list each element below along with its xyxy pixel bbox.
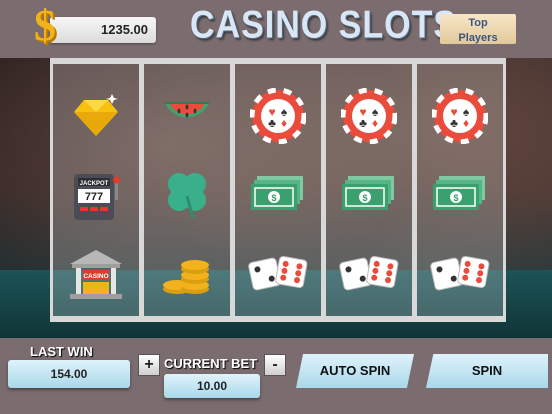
svg-text:$: $ xyxy=(271,193,276,203)
svg-text:♦: ♦ xyxy=(281,116,287,130)
cash-stack-icon: $ xyxy=(235,156,321,236)
diamond-icon xyxy=(53,76,139,156)
gold-coins-icon xyxy=(144,236,230,316)
last-win-value: 154.00 xyxy=(50,367,88,381)
reel-2 xyxy=(141,58,233,322)
cash-stack-icon: $ xyxy=(417,156,503,236)
current-bet-panel: 10.00 xyxy=(164,374,260,398)
auto-spin-button[interactable]: AUTO SPIN xyxy=(296,354,414,388)
reel-frame xyxy=(141,58,233,64)
bottom-bar: LAST WIN 154.00 + - CURRENT BET 10.00 AU… xyxy=(0,338,552,414)
dice-icon xyxy=(326,234,412,314)
svg-text:♦: ♦ xyxy=(463,116,469,130)
balance-box: 1235.00 xyxy=(50,17,156,43)
poker-chip-icon: ♥ ♠ ♣ ♦ xyxy=(417,76,503,156)
reel-3: ♥ ♠ ♣ ♦ $ xyxy=(232,58,324,322)
top-players-line2: Players xyxy=(458,32,498,44)
dice-icon xyxy=(235,234,321,314)
clover-icon xyxy=(144,154,230,234)
reel-frame xyxy=(323,58,415,64)
reel-frame xyxy=(414,58,506,64)
reel-4: ♥ ♠ ♣ ♦ $ xyxy=(323,58,415,322)
top-bar: 1235.00 $ CASINO SLOTS Top Players xyxy=(0,0,552,58)
svg-text:♣: ♣ xyxy=(268,116,276,130)
slot-machine-icon: JACKPOT 777 xyxy=(53,156,139,236)
last-win-label: LAST WIN xyxy=(30,344,93,359)
balance-value: 1235.00 xyxy=(101,22,148,37)
svg-text:♣: ♣ xyxy=(450,116,458,130)
bet-decrease-button[interactable]: - xyxy=(264,354,286,376)
last-win-panel: 154.00 xyxy=(8,360,130,388)
spin-label: SPIN xyxy=(471,363,503,378)
reel-frame xyxy=(232,58,324,64)
svg-text:$: $ xyxy=(362,193,367,203)
game-title: CASINO SLOTS xyxy=(190,3,458,47)
casino-building-icon: CASINO xyxy=(53,234,139,314)
svg-text:♣: ♣ xyxy=(359,116,367,130)
poker-chip-icon: ♥ ♠ ♣ ♦ xyxy=(235,76,321,156)
top-players-button[interactable]: Top Players xyxy=(440,14,516,44)
reel-1: JACKPOT 777 CASINO xyxy=(50,58,142,322)
svg-text:♦: ♦ xyxy=(372,116,378,130)
top-players-line1: Top xyxy=(468,17,488,29)
poker-chip-icon: ♥ ♠ ♣ ♦ xyxy=(326,76,412,156)
reel-5: ♥ ♠ ♣ ♦ $ xyxy=(414,58,506,322)
reel-frame xyxy=(50,58,142,64)
bet-increase-button[interactable]: + xyxy=(138,354,160,376)
cash-stack-icon: $ xyxy=(326,156,412,236)
casino-sign-text: CASINO xyxy=(83,273,108,280)
jackpot-text: JACKPOT xyxy=(80,181,109,187)
current-bet-value: 10.00 xyxy=(196,379,228,393)
dollar-icon: $ xyxy=(34,1,56,50)
dice-icon xyxy=(417,234,503,314)
spin-button[interactable]: SPIN xyxy=(426,354,548,388)
svg-text:$: $ xyxy=(453,193,458,203)
reels-area: JACKPOT 777 CASINO ♥ ♠ ♣ ♦ $ ♥ ♠ ♣ ♦ $ ♥… xyxy=(50,58,506,322)
auto-spin-label: AUTO SPIN xyxy=(319,363,391,378)
current-bet-label: CURRENT BET xyxy=(164,356,258,371)
sevens-text: 777 xyxy=(85,191,103,203)
watermelon-icon xyxy=(144,78,230,158)
